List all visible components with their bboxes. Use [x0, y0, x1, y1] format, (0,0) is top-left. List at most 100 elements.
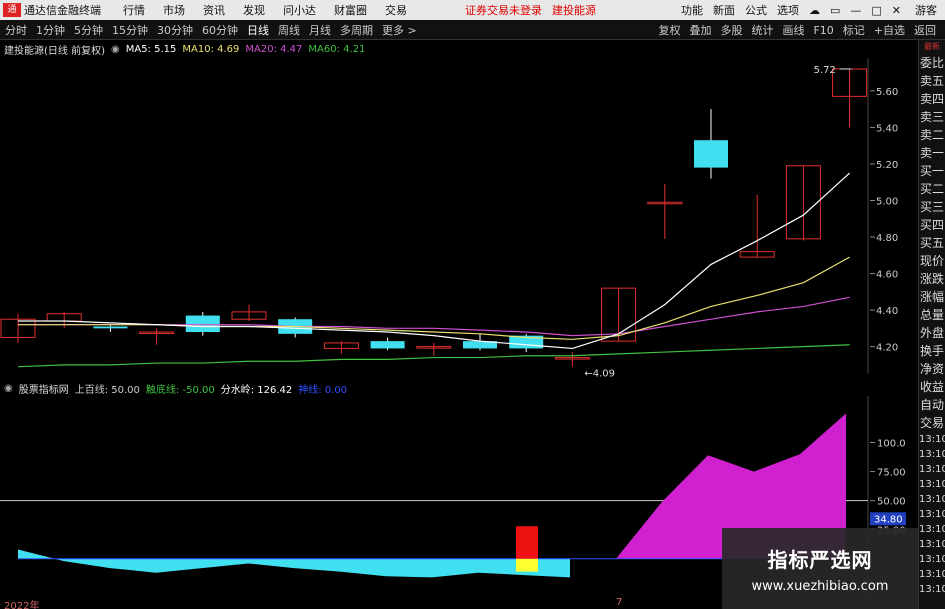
sidebar-item[interactable]: 13:10: [919, 582, 945, 597]
settings-dot-icon[interactable]: ◉: [111, 44, 120, 55]
right-sidebar: 最新 委比 卖五 卖四 卖三 卖二 卖一 买一 买二 买三 买四 买五 现价 涨跌 涨幅 总量 外盘 换手 净资收…: [918, 40, 945, 609]
sidebar-item[interactable]: 13:10: [919, 477, 945, 492]
tdx-logo-icon: 通: [3, 3, 21, 17]
sidebar-item[interactable]: 13:10: [919, 492, 945, 507]
period-tab-more[interactable]: 更多 >: [382, 22, 417, 38]
sidebar-item[interactable]: 涨跌: [919, 270, 945, 288]
period-tab-30min[interactable]: 30分钟: [157, 22, 193, 38]
sidebar-item[interactable]: 13:10: [919, 552, 945, 567]
period-tab-multi[interactable]: 多周期: [340, 22, 373, 38]
sidebar-item[interactable]: 收益: [919, 378, 945, 396]
price-kline-chart[interactable]: 5.60 5.40 5.20 5.00 4.80 4.60 4.40 4.20 5.72 ←4.0…: [0, 58, 918, 378]
sidebar-item[interactable]: 13:10: [919, 462, 945, 477]
btn-back[interactable]: 返回: [914, 22, 936, 38]
user-label[interactable]: 游客: [915, 2, 937, 18]
menu-item-news[interactable]: 资讯: [203, 2, 225, 18]
sidebar-item[interactable]: 买二: [919, 180, 945, 198]
menu-formula[interactable]: 公式: [745, 2, 767, 18]
sidebar-item[interactable]: 13:10: [919, 522, 945, 537]
sidebar-item[interactable]: 13:10: [919, 507, 945, 522]
btn-overlay[interactable]: 叠加: [689, 22, 711, 38]
sidebar-item[interactable]: 卖三: [919, 108, 945, 126]
sidebar-item[interactable]: 委比: [919, 54, 945, 72]
signal-bar-red: [516, 526, 538, 559]
period-tab-daily[interactable]: 日线: [247, 22, 269, 38]
indicator-tick-label: 100.0: [877, 439, 906, 450]
watermark-url: www.xuezhibiao.com: [751, 579, 889, 594]
sidebar-item[interactable]: 买四: [919, 216, 945, 234]
cloud-icon[interactable]: ☁: [809, 4, 820, 17]
y-tick-label: 5.60: [876, 87, 898, 98]
period-tab-60min[interactable]: 60分钟: [202, 22, 238, 38]
y-tick-label: 4.60: [876, 270, 898, 281]
sidebar-item[interactable]: 卖二: [919, 126, 945, 144]
btn-draw-line[interactable]: 画线: [782, 22, 804, 38]
menu-new-page[interactable]: 新面: [713, 2, 735, 18]
y-tick-label: 4.20: [876, 343, 898, 354]
y-tick-label: 4.80: [876, 233, 898, 244]
watermark: 指标严选网 www.xuezhibiao.com: [722, 528, 918, 609]
signal-bar-yellow: [516, 558, 538, 572]
menu-item-quotes[interactable]: 行情: [123, 2, 145, 18]
sidebar-item[interactable]: 换手: [919, 342, 945, 360]
sidebar-item[interactable]: 买五: [919, 234, 945, 252]
menu-options[interactable]: 选项: [777, 2, 799, 18]
menu-item-trade[interactable]: 交易: [385, 2, 407, 18]
indicator-tick-label: 50.00: [877, 497, 906, 508]
sidebar-item[interactable]: 卖五: [919, 72, 945, 90]
period-tab-5min[interactable]: 5分钟: [74, 22, 103, 38]
close-icon[interactable]: ✕: [892, 4, 901, 17]
indicator-line-upper: 上百线: 50.00: [74, 384, 140, 396]
ma5-line: [18, 172, 851, 350]
period-tab-timeshare[interactable]: 分时: [5, 22, 27, 38]
period-tab-1min[interactable]: 1分钟: [36, 22, 65, 38]
btn-f10[interactable]: F10: [813, 24, 833, 37]
ma20-label: MA20: 4.47: [245, 43, 303, 55]
sidebar-item[interactable]: 13:10: [919, 537, 945, 552]
minimize-icon[interactable]: —: [850, 4, 861, 17]
menu-item-discover[interactable]: 发现: [243, 2, 265, 18]
sidebar-item[interactable]: 自动: [919, 396, 945, 414]
period-bar: 分时 1分钟 5分钟 15分钟 30分钟 60分钟 日线 周线 月线 多周期 更…: [0, 20, 945, 40]
y-tick-label: 5.00: [876, 196, 898, 207]
sidebar-item[interactable]: 买三: [919, 198, 945, 216]
period-tab-monthly[interactable]: 月线: [309, 22, 331, 38]
menu-item-market[interactable]: 市场: [163, 2, 185, 18]
menu-function[interactable]: 功能: [681, 2, 703, 18]
btn-restore-rights[interactable]: 复权: [658, 22, 680, 38]
maximize-icon[interactable]: □: [871, 4, 881, 17]
monitor-icon[interactable]: ▭: [830, 4, 840, 17]
indicator-title: 股票指标网: [18, 384, 69, 396]
ma10-label: MA10: 4.69: [182, 43, 240, 55]
sidebar-item[interactable]: 13:10: [919, 567, 945, 582]
sidebar-item[interactable]: 13:10: [919, 432, 945, 447]
indicator-line-god: 神线: 0.00: [298, 384, 348, 396]
time-axis-mid: 7: [616, 597, 623, 608]
sidebar-item[interactable]: 总量: [919, 306, 945, 324]
candle-body: [93, 326, 128, 329]
menu-item-wealth[interactable]: 财富圈: [334, 2, 367, 18]
sidebar-item[interactable]: 外盘: [919, 324, 945, 342]
btn-add-watchlist[interactable]: +自选: [874, 22, 905, 38]
indicator-settings-icon[interactable]: ◉: [4, 383, 13, 394]
trade-login-alert[interactable]: 证券交易未登录: [465, 2, 542, 18]
app-title: 通达信金融终端: [24, 4, 101, 17]
menu-item-ask[interactable]: 问小达: [283, 2, 316, 18]
ma5-label: MA5: 5.15: [125, 43, 177, 55]
sidebar-item[interactable]: 交易: [919, 414, 945, 432]
stock-alert[interactable]: 建投能源: [552, 2, 596, 18]
btn-mark[interactable]: 标记: [843, 22, 865, 38]
watermark-title: 指标严选网: [767, 548, 873, 572]
period-tab-15min[interactable]: 15分钟: [112, 22, 148, 38]
sidebar-item[interactable]: 买一: [919, 162, 945, 180]
sidebar-item[interactable]: 现价: [919, 252, 945, 270]
period-tab-weekly[interactable]: 周线: [278, 22, 300, 38]
ma60-label: MA60: 4.21: [308, 43, 366, 55]
btn-multi-stock[interactable]: 多股: [720, 22, 742, 38]
sidebar-item[interactable]: 净资: [919, 360, 945, 378]
sidebar-item[interactable]: 卖一: [919, 144, 945, 162]
sidebar-item[interactable]: 13:10: [919, 447, 945, 462]
sidebar-item[interactable]: 涨幅: [919, 288, 945, 306]
sidebar-item[interactable]: 卖四: [919, 90, 945, 108]
btn-statistics[interactable]: 统计: [751, 22, 773, 38]
